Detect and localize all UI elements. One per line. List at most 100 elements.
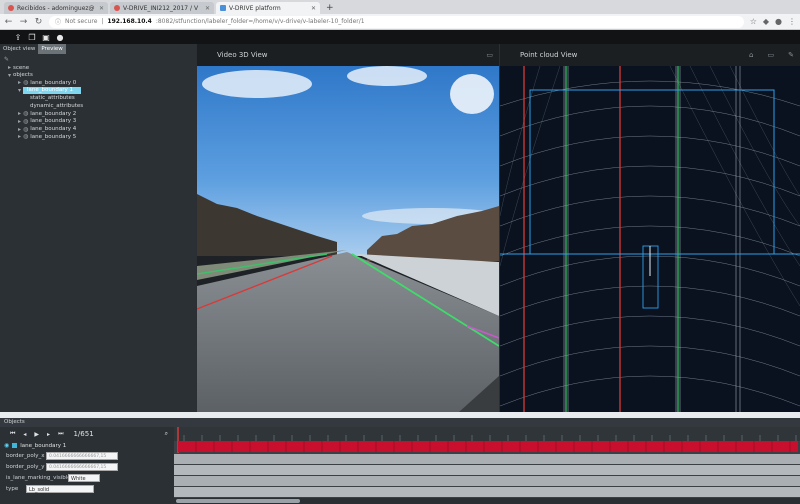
- cloud-view-title: Point cloud View: [520, 51, 578, 59]
- object-tree: ✎ ▸ scene ▾ objects ▸ ◍ lane_boundary 0 ▾ lan…: [0, 54, 196, 143]
- next-frame-icon[interactable]: ▸: [47, 431, 50, 438]
- attribute-row: border_poly_x 0.0416666666666667,15: [0, 450, 174, 461]
- object-controls: ⏮ ◂ ▶ ▸ ⏭ 1/651 ⌕ ◉ lane_boundary 1 bord…: [0, 427, 174, 504]
- playback-controls: ⏮ ◂ ▶ ▸ ⏭ 1/651 ⌕: [0, 427, 174, 441]
- browser-tab-vdrive[interactable]: V-DRIVE platform ✕: [216, 2, 320, 14]
- object-icon: ◍: [23, 110, 29, 118]
- attribute-key: is_lane_marking_visible: [6, 474, 71, 481]
- copy-icon[interactable]: ❐: [28, 33, 36, 42]
- border-poly-x-input[interactable]: 0.0416666666666667,15: [46, 451, 118, 460]
- tree-item-selected[interactable]: ▾ lane_boundary 1: [4, 87, 192, 95]
- tree-item[interactable]: ▸ ◍ lane_boundary 3: [4, 118, 192, 126]
- camera-icon[interactable]: ▭: [768, 51, 775, 59]
- attribute-row: is_lane_marking_visible White: [0, 472, 174, 483]
- object-label: lane_boundary 1: [20, 442, 67, 449]
- info-icon[interactable]: ●: [56, 33, 64, 42]
- tree-item[interactable]: ▸ scene: [4, 64, 192, 72]
- new-tab-icon[interactable]: +: [326, 2, 334, 14]
- objects-header: Objects: [0, 418, 800, 427]
- url-field[interactable]: ⓘ Not secure | 192.168.10.4:8082/stfunct…: [49, 15, 744, 28]
- close-icon[interactable]: ✕: [311, 5, 316, 12]
- camera-icon[interactable]: ▭: [486, 51, 493, 59]
- expand-icon[interactable]: ▾: [8, 72, 11, 79]
- tab-object-view[interactable]: Object view: [0, 44, 39, 54]
- expand-icon[interactable]: ▸: [18, 79, 21, 86]
- browser-tabbar: Recibidos - adominguez@ ✕ V-DRIVE_INI212…: [0, 0, 800, 14]
- tab-preview[interactable]: Preview: [38, 44, 66, 54]
- expand-icon[interactable]: ▸: [8, 64, 11, 71]
- object-row[interactable]: ◉ lane_boundary 1: [0, 441, 174, 450]
- page-icon: [220, 5, 226, 11]
- save-icon[interactable]: ▣: [42, 33, 50, 42]
- object-icon: ◍: [23, 117, 29, 125]
- app-toolbar: ⇪ ❐ ▣ ●: [0, 30, 800, 44]
- attribute-row: type Lb_solid: [0, 483, 174, 494]
- tree-item[interactable]: ▾ objects: [4, 71, 192, 79]
- timeline-track[interactable]: [174, 427, 800, 504]
- browser-tab-gitlab[interactable]: V-DRIVE_INI212_2017 / V ✕: [110, 2, 214, 14]
- timeline-panel: Objects ⏮ ◂ ▶ ▸ ⏭ 1/651 ⌕ ◉ lane_boundar…: [0, 418, 800, 504]
- address-bar: ← → ↻ ⓘ Not secure | 192.168.10.4:8082/s…: [0, 14, 800, 30]
- eye-icon[interactable]: ◉: [4, 442, 9, 449]
- browser-tab-mail[interactable]: Recibidos - adominguez@ ✕: [4, 2, 108, 14]
- point-cloud-view: Point cloud View ⌂ ▭ ✎: [500, 44, 800, 412]
- back-icon[interactable]: ←: [4, 17, 13, 27]
- video-frame[interactable]: [197, 66, 499, 412]
- close-icon[interactable]: ✕: [99, 5, 104, 12]
- tree-item[interactable]: ▸ ◍ lane_boundary 2: [4, 110, 192, 118]
- tree-item[interactable]: ▸ ◍ lane_boundary 0: [4, 79, 192, 87]
- play-icon[interactable]: ▶: [34, 431, 39, 438]
- color-swatch: [12, 443, 18, 448]
- star-icon[interactable]: ☆: [750, 17, 757, 26]
- tab-label: Recibidos - adominguez@: [17, 4, 95, 12]
- home-icon[interactable]: ⌂: [749, 51, 753, 59]
- object-icon: ◍: [23, 125, 29, 133]
- attribute-key: border_poly_x: [6, 452, 45, 459]
- object-panel: Object view Preview ✎ ▸ scene ▾ objects ▸ ◍…: [0, 44, 196, 412]
- upload-icon[interactable]: ⇪: [14, 33, 22, 42]
- url-host: 192.168.10.4: [107, 18, 152, 25]
- first-frame-icon[interactable]: ⏮: [10, 430, 15, 438]
- expand-icon[interactable]: ▸: [18, 118, 21, 125]
- cloud-view-header: Point cloud View ⌂ ▭ ✎: [500, 44, 800, 66]
- border-poly-y-input[interactable]: 0.0416666666666667,15: [46, 462, 118, 471]
- visibility-select[interactable]: White: [68, 473, 100, 482]
- tree-item[interactable]: ▸ ◍ lane_boundary 5: [4, 133, 192, 141]
- frame-counter: 1/651: [73, 430, 94, 438]
- expand-icon[interactable]: ▸: [18, 126, 21, 133]
- tree-item[interactable]: dynamic_attributes: [4, 102, 192, 110]
- forward-icon[interactable]: →: [19, 17, 28, 27]
- type-select[interactable]: Lb_solid: [26, 484, 94, 493]
- avatar-icon[interactable]: ●: [775, 17, 782, 26]
- url-path: :8082/stfunction/labeler_folder=/home/v/…: [155, 18, 365, 25]
- tab-label: V-DRIVE_INI212_2017 / V: [123, 4, 199, 12]
- video-view-title: Video 3D View: [217, 51, 268, 59]
- object-icon: ◍: [23, 133, 29, 141]
- attribute-key: border_poly_y: [6, 463, 45, 470]
- edit-icon[interactable]: ✎: [788, 51, 794, 59]
- tab-label: V-DRIVE platform: [229, 4, 281, 12]
- security-label: Not secure: [65, 18, 98, 25]
- gitlab-icon: [114, 5, 120, 11]
- info-icon[interactable]: ⓘ: [55, 17, 61, 26]
- video-view-header: Video 3D View ▭: [197, 44, 499, 66]
- last-frame-icon[interactable]: ⏭: [58, 430, 63, 438]
- close-icon[interactable]: ✕: [205, 5, 210, 12]
- expand-icon[interactable]: ▾: [18, 87, 21, 94]
- expand-icon[interactable]: ▸: [18, 110, 21, 117]
- attribute-row: border_poly_y 0.0416666666666667,15: [0, 461, 174, 472]
- reload-icon[interactable]: ↻: [34, 17, 43, 27]
- video-3d-view: Video 3D View ▭: [197, 44, 499, 412]
- prev-frame-icon[interactable]: ◂: [23, 431, 26, 438]
- search-icon[interactable]: ⌕: [165, 430, 168, 438]
- tag-icon: ✎: [4, 56, 10, 64]
- object-icon: ◍: [23, 79, 29, 87]
- tree-item[interactable]: static_attributes: [4, 94, 192, 102]
- tree-item[interactable]: ▸ ◍ lane_boundary 4: [4, 125, 192, 133]
- gmail-icon: [8, 5, 14, 11]
- point-cloud-canvas[interactable]: [500, 66, 800, 412]
- menu-icon[interactable]: ⋮: [788, 17, 796, 26]
- attribute-key: type: [6, 485, 19, 492]
- extension-icon[interactable]: ◆: [763, 17, 769, 26]
- expand-icon[interactable]: ▸: [18, 133, 21, 140]
